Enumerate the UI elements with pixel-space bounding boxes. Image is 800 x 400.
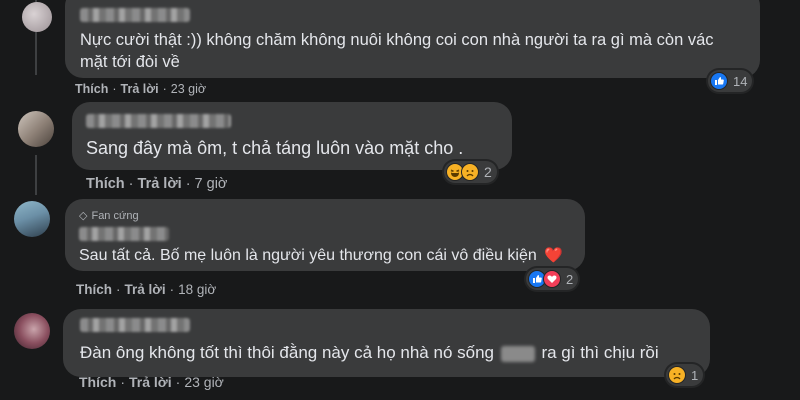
love-icon bbox=[543, 270, 561, 288]
comment-bubble bbox=[72, 102, 512, 170]
sad-icon bbox=[668, 366, 686, 384]
author-name[interactable] bbox=[86, 114, 231, 128]
timestamp[interactable]: 23 giờ bbox=[171, 82, 206, 96]
like-button[interactable]: Thích bbox=[79, 374, 116, 390]
like-button[interactable]: Thích bbox=[75, 82, 108, 96]
reply-button[interactable]: Trả lời bbox=[129, 374, 172, 390]
reaction-count: 2 bbox=[566, 271, 574, 287]
reaction-summary[interactable]: 14 bbox=[708, 70, 753, 92]
like-button[interactable]: Thích bbox=[86, 176, 125, 192]
reply-button[interactable]: Trả lời bbox=[125, 282, 166, 297]
fan-badge-label: Fan cứng bbox=[91, 209, 139, 222]
heart-emoji: ❤️ bbox=[544, 247, 563, 264]
fan-badge[interactable]: ◇ Fan cứng bbox=[79, 209, 139, 223]
reply-button[interactable]: Trả lời bbox=[138, 176, 182, 192]
comment-text: mặt tới đòi về bbox=[80, 53, 180, 71]
comment-text-part: ra gì thì chịu rồi bbox=[541, 343, 659, 362]
sad-icon bbox=[461, 163, 479, 181]
thread-line bbox=[35, 155, 37, 195]
comment-actions: Thích · Trả lời · 23 giờ bbox=[79, 374, 224, 390]
comment-text-main: Sau tất cả. Bố mẹ luôn là người yêu thươ… bbox=[79, 247, 537, 264]
comment-text: Sau tất cả. Bố mẹ luôn là người yêu thươ… bbox=[79, 245, 563, 267]
avatar[interactable] bbox=[14, 201, 50, 237]
diamond-icon: ◇ bbox=[79, 210, 88, 222]
avatar[interactable] bbox=[14, 313, 50, 349]
timestamp[interactable]: 18 giờ bbox=[178, 282, 216, 297]
reaction-count: 2 bbox=[484, 164, 492, 180]
comment-actions: Thích · Trả lời · 7 giờ bbox=[86, 176, 228, 192]
timestamp[interactable]: 7 giờ bbox=[195, 176, 228, 192]
avatar[interactable] bbox=[22, 2, 52, 32]
comment-text: Nực cười thật :)) không chăm không nuôi … bbox=[80, 31, 714, 49]
author-name[interactable] bbox=[80, 8, 190, 22]
censored-word bbox=[500, 345, 535, 362]
timestamp[interactable]: 23 giờ bbox=[184, 374, 224, 390]
author-name[interactable] bbox=[79, 227, 169, 241]
reply-button[interactable]: Trả lời bbox=[121, 82, 159, 96]
comment-text: Đàn ông không tốt thì thôi đằng này cả h… bbox=[80, 342, 659, 364]
like-button[interactable]: Thích bbox=[76, 282, 112, 297]
comment-text-part: Đàn ông không tốt thì thôi đằng này cả h… bbox=[80, 343, 494, 362]
like-icon bbox=[710, 72, 728, 90]
author-name[interactable] bbox=[80, 318, 190, 332]
reaction-summary[interactable]: 2 bbox=[526, 268, 579, 290]
reaction-count: 1 bbox=[691, 367, 699, 383]
reaction-count: 14 bbox=[733, 73, 748, 89]
comment-text: Sang đây mà ôm, t chả táng luôn vào mặt … bbox=[86, 138, 464, 158]
reaction-summary[interactable]: 2 bbox=[444, 161, 497, 183]
avatar[interactable] bbox=[18, 111, 54, 147]
reaction-summary[interactable]: 1 bbox=[666, 364, 704, 386]
comment-actions: Thích · Trả lời · 18 giờ bbox=[76, 282, 217, 297]
comment-actions: Thích · Trả lời · 23 giờ bbox=[75, 82, 207, 96]
